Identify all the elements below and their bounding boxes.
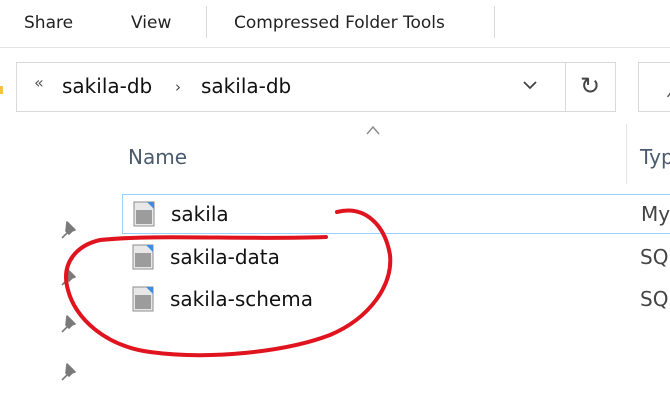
file-type: My (641, 202, 670, 226)
chevron-down-icon[interactable] (518, 70, 542, 100)
ribbon: Share View Compressed Folder Tools (0, 0, 670, 50)
tab-compressed-folder-tools[interactable]: Compressed Folder Tools (234, 13, 445, 33)
refresh-icon: ↻ (580, 72, 601, 100)
folder-icon-edge (0, 86, 3, 94)
file-type: SQ (640, 287, 669, 311)
ribbon-separator (494, 6, 495, 38)
file-row-sakila-schema[interactable]: sakila-schema SQ (122, 280, 670, 320)
breadcrumb-separator-icon[interactable]: › (175, 78, 181, 96)
sort-ascending-icon (366, 125, 380, 135)
file-name: sakila (171, 202, 229, 226)
search-icon: ﾉ (666, 77, 670, 103)
column-header-type[interactable]: Typ (640, 145, 670, 169)
breadcrumb-item-sakila-db-current[interactable]: sakila-db (201, 74, 291, 98)
file-row-sakila-data[interactable]: sakila-data SQ (122, 238, 670, 278)
search-input[interactable]: ﾉ (638, 62, 670, 112)
column-header-name[interactable]: Name (128, 145, 187, 169)
file-name: sakila-schema (170, 287, 313, 311)
sql-file-icon (132, 286, 154, 312)
sql-file-icon (133, 201, 155, 227)
pin-icon[interactable] (58, 312, 82, 336)
sql-file-icon (132, 244, 154, 270)
file-row-sakila[interactable]: sakila My (122, 194, 670, 234)
ribbon-border (0, 47, 670, 48)
file-name: sakila-data (170, 245, 280, 269)
tab-view[interactable]: View (131, 13, 171, 33)
refresh-button[interactable]: ↻ (566, 62, 616, 112)
pin-icon[interactable] (58, 360, 82, 384)
breadcrumb-item-sakila-db-parent[interactable]: sakila-db (62, 74, 152, 98)
pin-icon[interactable] (58, 218, 82, 242)
breadcrumb-overflow-icon[interactable]: « (34, 73, 44, 92)
column-divider[interactable] (626, 124, 627, 184)
tab-share[interactable]: Share (24, 13, 73, 33)
ribbon-separator (206, 6, 207, 38)
pin-icon[interactable] (58, 265, 82, 289)
file-type: SQ (640, 245, 669, 269)
